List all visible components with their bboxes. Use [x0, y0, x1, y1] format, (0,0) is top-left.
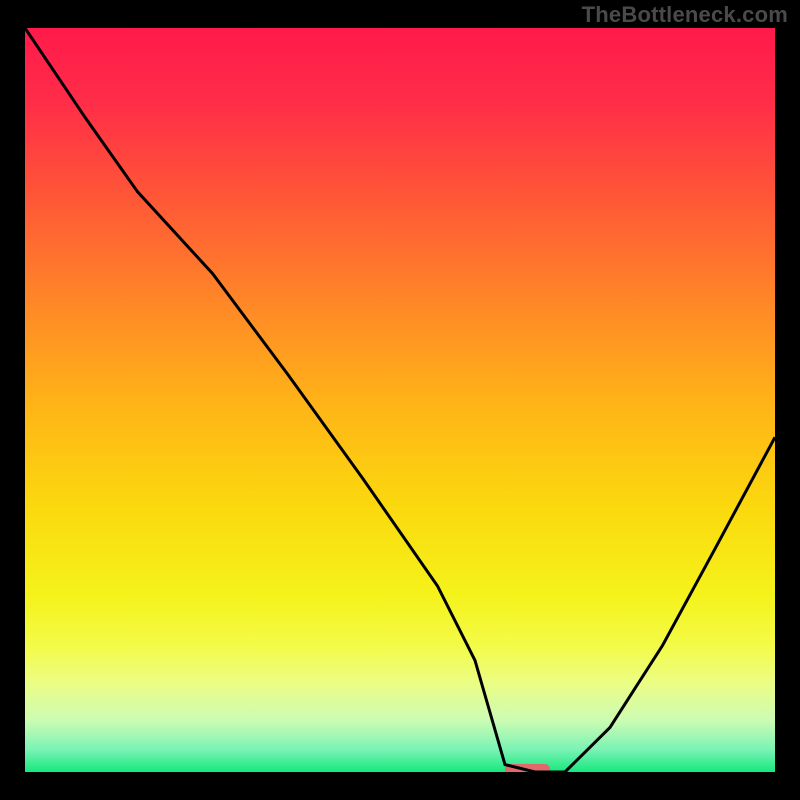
gradient-background [25, 28, 775, 772]
chart-frame: TheBottleneck.com [0, 0, 800, 800]
watermark-text: TheBottleneck.com [582, 2, 788, 28]
plot-area [25, 28, 775, 772]
bottleneck-chart [25, 28, 775, 772]
